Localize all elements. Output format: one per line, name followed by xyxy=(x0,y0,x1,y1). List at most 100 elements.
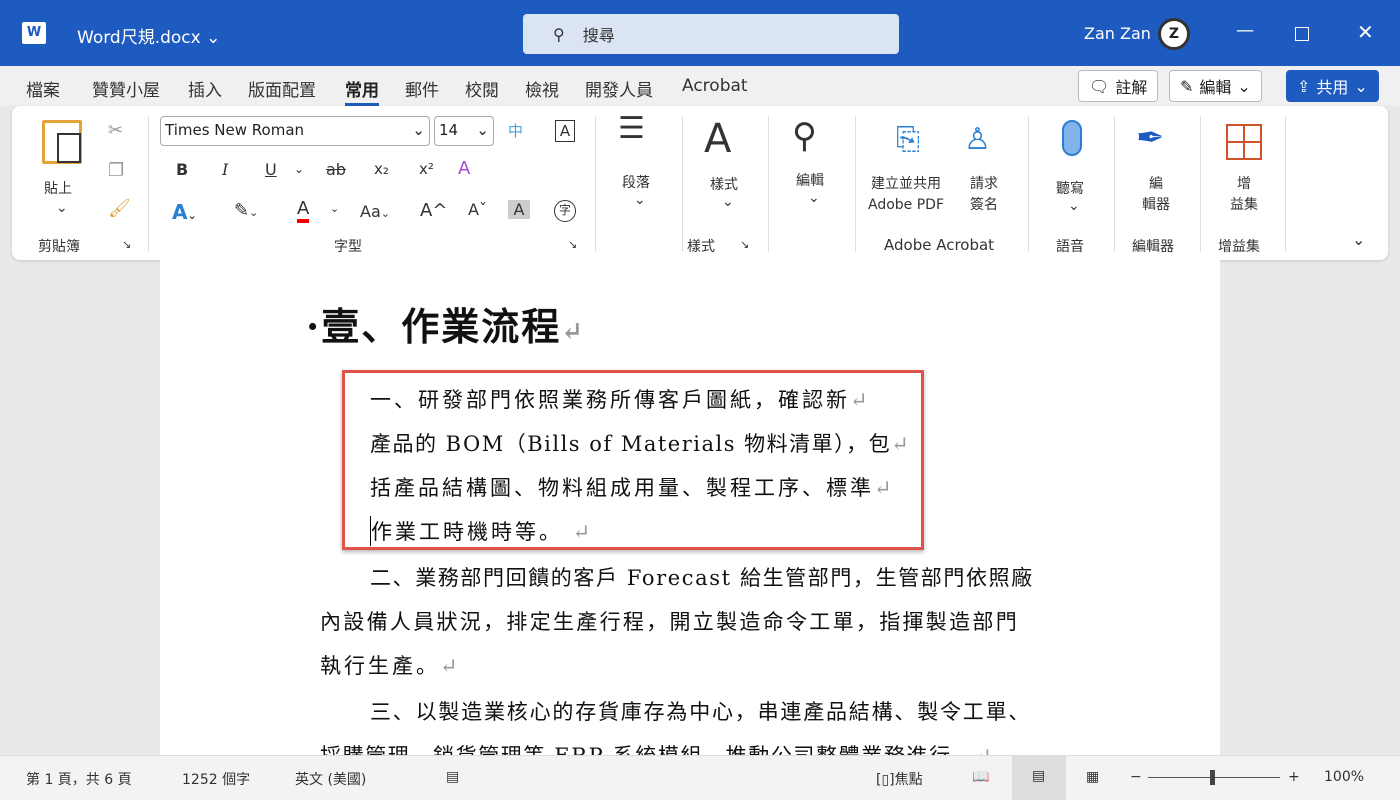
create-pdf-button[interactable]: 建立並共用 Adobe PDF xyxy=(868,174,944,216)
text-effects-icon[interactable]: A⌄ xyxy=(172,200,197,224)
clipboard-group-label: 剪貼簿 xyxy=(38,239,80,255)
maximize-icon[interactable] xyxy=(1295,27,1309,41)
request-signature-button[interactable]: 請求 簽名 xyxy=(970,174,998,216)
edit-mode-button[interactable]: ✎ 編輯 ⌄ xyxy=(1169,70,1262,102)
tab-view[interactable]: 檢視 xyxy=(525,76,559,101)
zoom-out-button[interactable]: − xyxy=(1130,769,1142,785)
acrobat-group-label: Adobe Acrobat xyxy=(884,236,995,254)
format-painter-icon[interactable]: 🖌 xyxy=(108,198,131,219)
font-size-select[interactable]: 14 ⌄ xyxy=(434,116,494,146)
title-bar: W Word尺規.docx ⌄ ⚲ 搜尋 Zan Zan Z — ✕ xyxy=(0,0,1400,66)
document-page[interactable]: ·壹、作業流程↵ 一、研發部門依照業務所傳客戶圖紙，確認新↵ 產品的 BOM（B… xyxy=(160,260,1220,768)
avatar[interactable]: Z xyxy=(1158,18,1190,50)
tab-home[interactable]: 常用 xyxy=(345,76,379,106)
paste-dropdown-icon[interactable]: ⌄ xyxy=(56,200,68,216)
search-placeholder: 搜尋 xyxy=(582,26,615,45)
tab-zanzan[interactable]: 贊贊小屋 xyxy=(92,76,160,101)
paragraph-line[interactable]: 內設備人員狀況，排定生產行程，開立製造命令工單，指揮製造部門 xyxy=(320,606,1019,636)
pencil-icon: ✎ xyxy=(1180,76,1194,96)
font-color-dropdown-icon[interactable]: ⌄ xyxy=(330,202,339,215)
share-icon: ⇪ xyxy=(1297,76,1311,96)
word-count[interactable]: 1252 個字 xyxy=(182,769,250,789)
bold-button[interactable]: B xyxy=(176,160,188,179)
tab-layout[interactable]: 版面配置 xyxy=(248,76,316,101)
accessibility-icon[interactable]: ▤ xyxy=(446,769,459,785)
grow-font-button[interactable]: A^ xyxy=(420,200,447,221)
share-button[interactable]: ⇪ 共用 ⌄ xyxy=(1286,70,1379,102)
close-icon[interactable]: ✕ xyxy=(1357,20,1374,44)
comment-button[interactable]: 🗨 註解 xyxy=(1078,70,1159,102)
paragraph-line[interactable]: 執行生產。↵ xyxy=(320,650,461,680)
voice-group-label: 語音 xyxy=(1056,239,1084,255)
zoom-in-button[interactable]: + xyxy=(1288,769,1300,785)
paste-label[interactable]: 貼上 xyxy=(44,178,72,198)
focus-icon: [▯] xyxy=(876,772,895,788)
paragraph-line[interactable]: 括產品結構圖、物料組成用量、製程工序、標準↵ xyxy=(370,472,895,502)
char-shading-button[interactable]: A xyxy=(508,200,530,219)
font-name-select[interactable]: Times New Roman ⌄ xyxy=(160,116,430,146)
underline-button[interactable]: U xyxy=(265,160,277,179)
request-signature-icon[interactable]: ♙ xyxy=(964,122,991,157)
web-layout-icon[interactable]: ▦ xyxy=(1086,769,1099,785)
dictate-button[interactable]: 聽寫 xyxy=(1056,178,1084,198)
tab-acrobat[interactable]: Acrobat xyxy=(682,76,748,96)
chevron-down-icon: ⌄ xyxy=(722,194,734,210)
editor-pen-icon[interactable]: ✒ xyxy=(1136,118,1165,158)
print-layout-button[interactable]: ▤ xyxy=(1012,756,1066,800)
tab-developer[interactable]: 開發人員 xyxy=(585,76,653,101)
microphone-icon[interactable] xyxy=(1062,120,1082,156)
paragraph-icon[interactable]: ☰ xyxy=(618,114,645,144)
clear-formatting-icon[interactable]: A xyxy=(458,158,470,179)
search-box[interactable]: ⚲ 搜尋 xyxy=(523,14,899,54)
subscript-button[interactable]: x₂ xyxy=(374,160,389,178)
italic-button[interactable]: I xyxy=(222,160,228,179)
tab-insert[interactable]: 插入 xyxy=(188,76,222,101)
addins-icon[interactable] xyxy=(1226,124,1262,160)
focus-button[interactable]: [▯]焦點 xyxy=(876,769,923,789)
dialog-launcher-icon[interactable]: ↘ xyxy=(740,238,749,251)
paragraph-line[interactable]: 一、研發部門依照業務所傳客戶圖紙，確認新↵ xyxy=(370,384,871,414)
underline-dropdown-icon[interactable]: ⌄ xyxy=(294,162,304,176)
zoom-slider[interactable] xyxy=(1148,770,1280,785)
strikethrough-button[interactable]: ab xyxy=(326,160,346,179)
paragraph-line[interactable]: 產品的 BOM（Bills of Materials 物料清單），包↵ xyxy=(370,428,910,458)
language[interactable]: 英文 (美國) xyxy=(295,769,366,789)
minimize-icon[interactable]: — xyxy=(1236,20,1254,41)
user-name[interactable]: Zan Zan xyxy=(1084,24,1151,43)
addins-button[interactable]: 增益集 xyxy=(1226,174,1262,216)
dialog-launcher-icon[interactable]: ↘ xyxy=(122,238,131,251)
tab-review[interactable]: 校閱 xyxy=(465,76,499,101)
chinese-convert-icon[interactable]: 中 xyxy=(508,120,523,141)
paragraph-line[interactable]: 三、以製造業核心的存貨庫存為中心，串連產品結構、製令工單、 xyxy=(370,696,1031,726)
copy-icon[interactable]: ❐ xyxy=(108,160,124,181)
superscript-button[interactable]: x² xyxy=(419,160,434,178)
paste-icon[interactable] xyxy=(42,120,82,164)
editor-button[interactable]: 編輯器 xyxy=(1142,174,1170,216)
paragraph-line[interactable]: 二、業務部門回饋的客戶 Forecast 給生管部門，生管部門依照廠 xyxy=(370,562,1034,592)
read-mode-icon[interactable]: 📖 xyxy=(972,769,989,785)
zoom-slider-thumb[interactable] xyxy=(1210,770,1215,785)
font-color-icon[interactable]: A xyxy=(297,198,310,223)
dialog-launcher-icon[interactable]: ↘ xyxy=(568,238,577,251)
shrink-font-button[interactable]: Aˇ xyxy=(468,200,487,219)
tab-mailings[interactable]: 郵件 xyxy=(405,76,439,101)
paragraph-line[interactable]: 作業工時機時等。 ↵ xyxy=(370,516,593,546)
page-count[interactable]: 第 1 頁，共 6 頁 xyxy=(26,769,132,789)
zoom-level[interactable]: 100% xyxy=(1324,769,1364,785)
filename[interactable]: Word尺規.docx ⌄ xyxy=(77,23,220,48)
highlight-icon[interactable]: ✎⌄ xyxy=(234,200,258,221)
change-case-button[interactable]: Aa⌄ xyxy=(360,202,390,221)
phonetic-guide-button[interactable]: 字 xyxy=(554,200,576,222)
search-find-icon[interactable]: ⚲ xyxy=(792,116,817,156)
create-pdf-icon[interactable]: ⎘ xyxy=(896,122,920,157)
collapse-ribbon-icon[interactable]: ⌄ xyxy=(1352,230,1365,249)
editor-group-label: 編輯器 xyxy=(1132,239,1174,255)
document-heading[interactable]: ·壹、作業流程↵ xyxy=(306,296,585,351)
editing-button[interactable]: 編輯 xyxy=(796,170,824,190)
styles-icon[interactable]: A xyxy=(704,116,731,162)
char-border-icon[interactable]: A xyxy=(555,120,575,142)
paragraph-button[interactable]: 段落 xyxy=(622,172,650,192)
tab-file[interactable]: 檔案 xyxy=(26,76,60,101)
styles-button[interactable]: 樣式 xyxy=(710,174,738,194)
cut-icon[interactable]: ✂ xyxy=(108,120,123,141)
